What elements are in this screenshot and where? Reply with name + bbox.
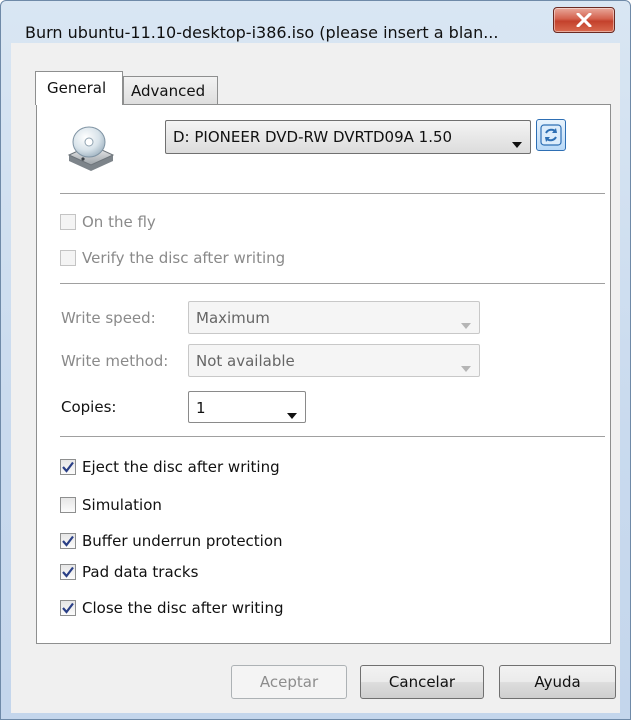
close-disc-checkbox[interactable]: Close the disc after writing [60, 598, 283, 618]
close-disc-label: Close the disc after writing [82, 599, 284, 617]
verify-box[interactable] [60, 250, 76, 266]
pad-data-tracks-label: Pad data tracks [82, 563, 199, 581]
chevron-down-icon [512, 134, 522, 152]
buffer-underrun-checkbox[interactable]: Buffer underrun protection [60, 531, 283, 551]
simulation-box[interactable] [60, 497, 76, 513]
disc-drive-icon [65, 125, 117, 171]
verify-checkbox[interactable]: Verify the disc after writing [60, 248, 285, 268]
refresh-drives-button[interactable] [536, 119, 566, 151]
on-the-fly-checkbox[interactable]: On the fly [60, 212, 156, 232]
check-icon [62, 461, 74, 473]
chevron-down-icon [461, 315, 471, 333]
on-the-fly-box[interactable] [60, 214, 76, 230]
tab-advanced[interactable]: Advanced [123, 76, 218, 107]
tab-advanced-label: Advanced [131, 82, 206, 100]
tab-general-label: General [47, 79, 107, 97]
copies-select[interactable]: 1 [188, 391, 306, 423]
dialog-client-area: General Advanced D: PIONEER DVD-RW DVRTD… [11, 43, 620, 713]
close-button[interactable] [553, 7, 615, 33]
burn-dialog-window: Burn ubuntu-11.10-desktop-i386.iso (plea… [0, 0, 631, 720]
help-button[interactable]: Ayuda [499, 665, 616, 699]
check-icon [62, 602, 74, 614]
write-speed-label: Write speed: [61, 309, 156, 327]
on-the-fly-label: On the fly [82, 213, 156, 231]
check-icon [62, 566, 74, 578]
copies-value: 1 [196, 399, 206, 417]
accept-button[interactable]: Aceptar [231, 665, 347, 699]
window-title: Burn ubuntu-11.10-desktop-i386.iso (plea… [25, 23, 499, 42]
write-method-label: Write method: [61, 352, 169, 370]
pad-data-tracks-checkbox[interactable]: Pad data tracks [60, 562, 198, 582]
write-method-value: Not available [196, 352, 295, 370]
buffer-underrun-box[interactable] [60, 533, 76, 549]
write-speed-value: Maximum [196, 309, 270, 327]
x-icon [576, 13, 592, 27]
simulation-label: Simulation [82, 496, 162, 514]
chevron-down-icon [461, 358, 471, 376]
title-bar[interactable]: Burn ubuntu-11.10-desktop-i386.iso (plea… [1, 1, 630, 43]
write-speed-select[interactable]: Maximum [188, 301, 480, 334]
drive-select-value: D: PIONEER DVD-RW DVRTD09A 1.50 [173, 128, 453, 146]
eject-label: Eject the disc after writing [82, 458, 280, 476]
separator-top [60, 193, 605, 195]
chevron-down-icon [287, 405, 297, 423]
close-disc-box[interactable] [60, 600, 76, 616]
drive-select[interactable]: D: PIONEER DVD-RW DVRTD09A 1.50 [165, 120, 531, 154]
buffer-underrun-label: Buffer underrun protection [82, 532, 283, 550]
simulation-checkbox[interactable]: Simulation [60, 495, 162, 515]
cancel-button[interactable]: Cancelar [360, 665, 484, 699]
verify-label: Verify the disc after writing [82, 249, 286, 267]
tab-general[interactable]: General [35, 71, 123, 105]
refresh-icon [537, 124, 565, 154]
separator-bottom [60, 436, 605, 438]
eject-checkbox[interactable]: Eject the disc after writing [60, 457, 280, 477]
check-icon [62, 535, 74, 547]
pad-data-tracks-box[interactable] [60, 564, 76, 580]
separator-middle [60, 283, 605, 285]
copies-label: Copies: [61, 398, 117, 416]
eject-box[interactable] [60, 459, 76, 475]
write-method-select[interactable]: Not available [188, 344, 480, 377]
